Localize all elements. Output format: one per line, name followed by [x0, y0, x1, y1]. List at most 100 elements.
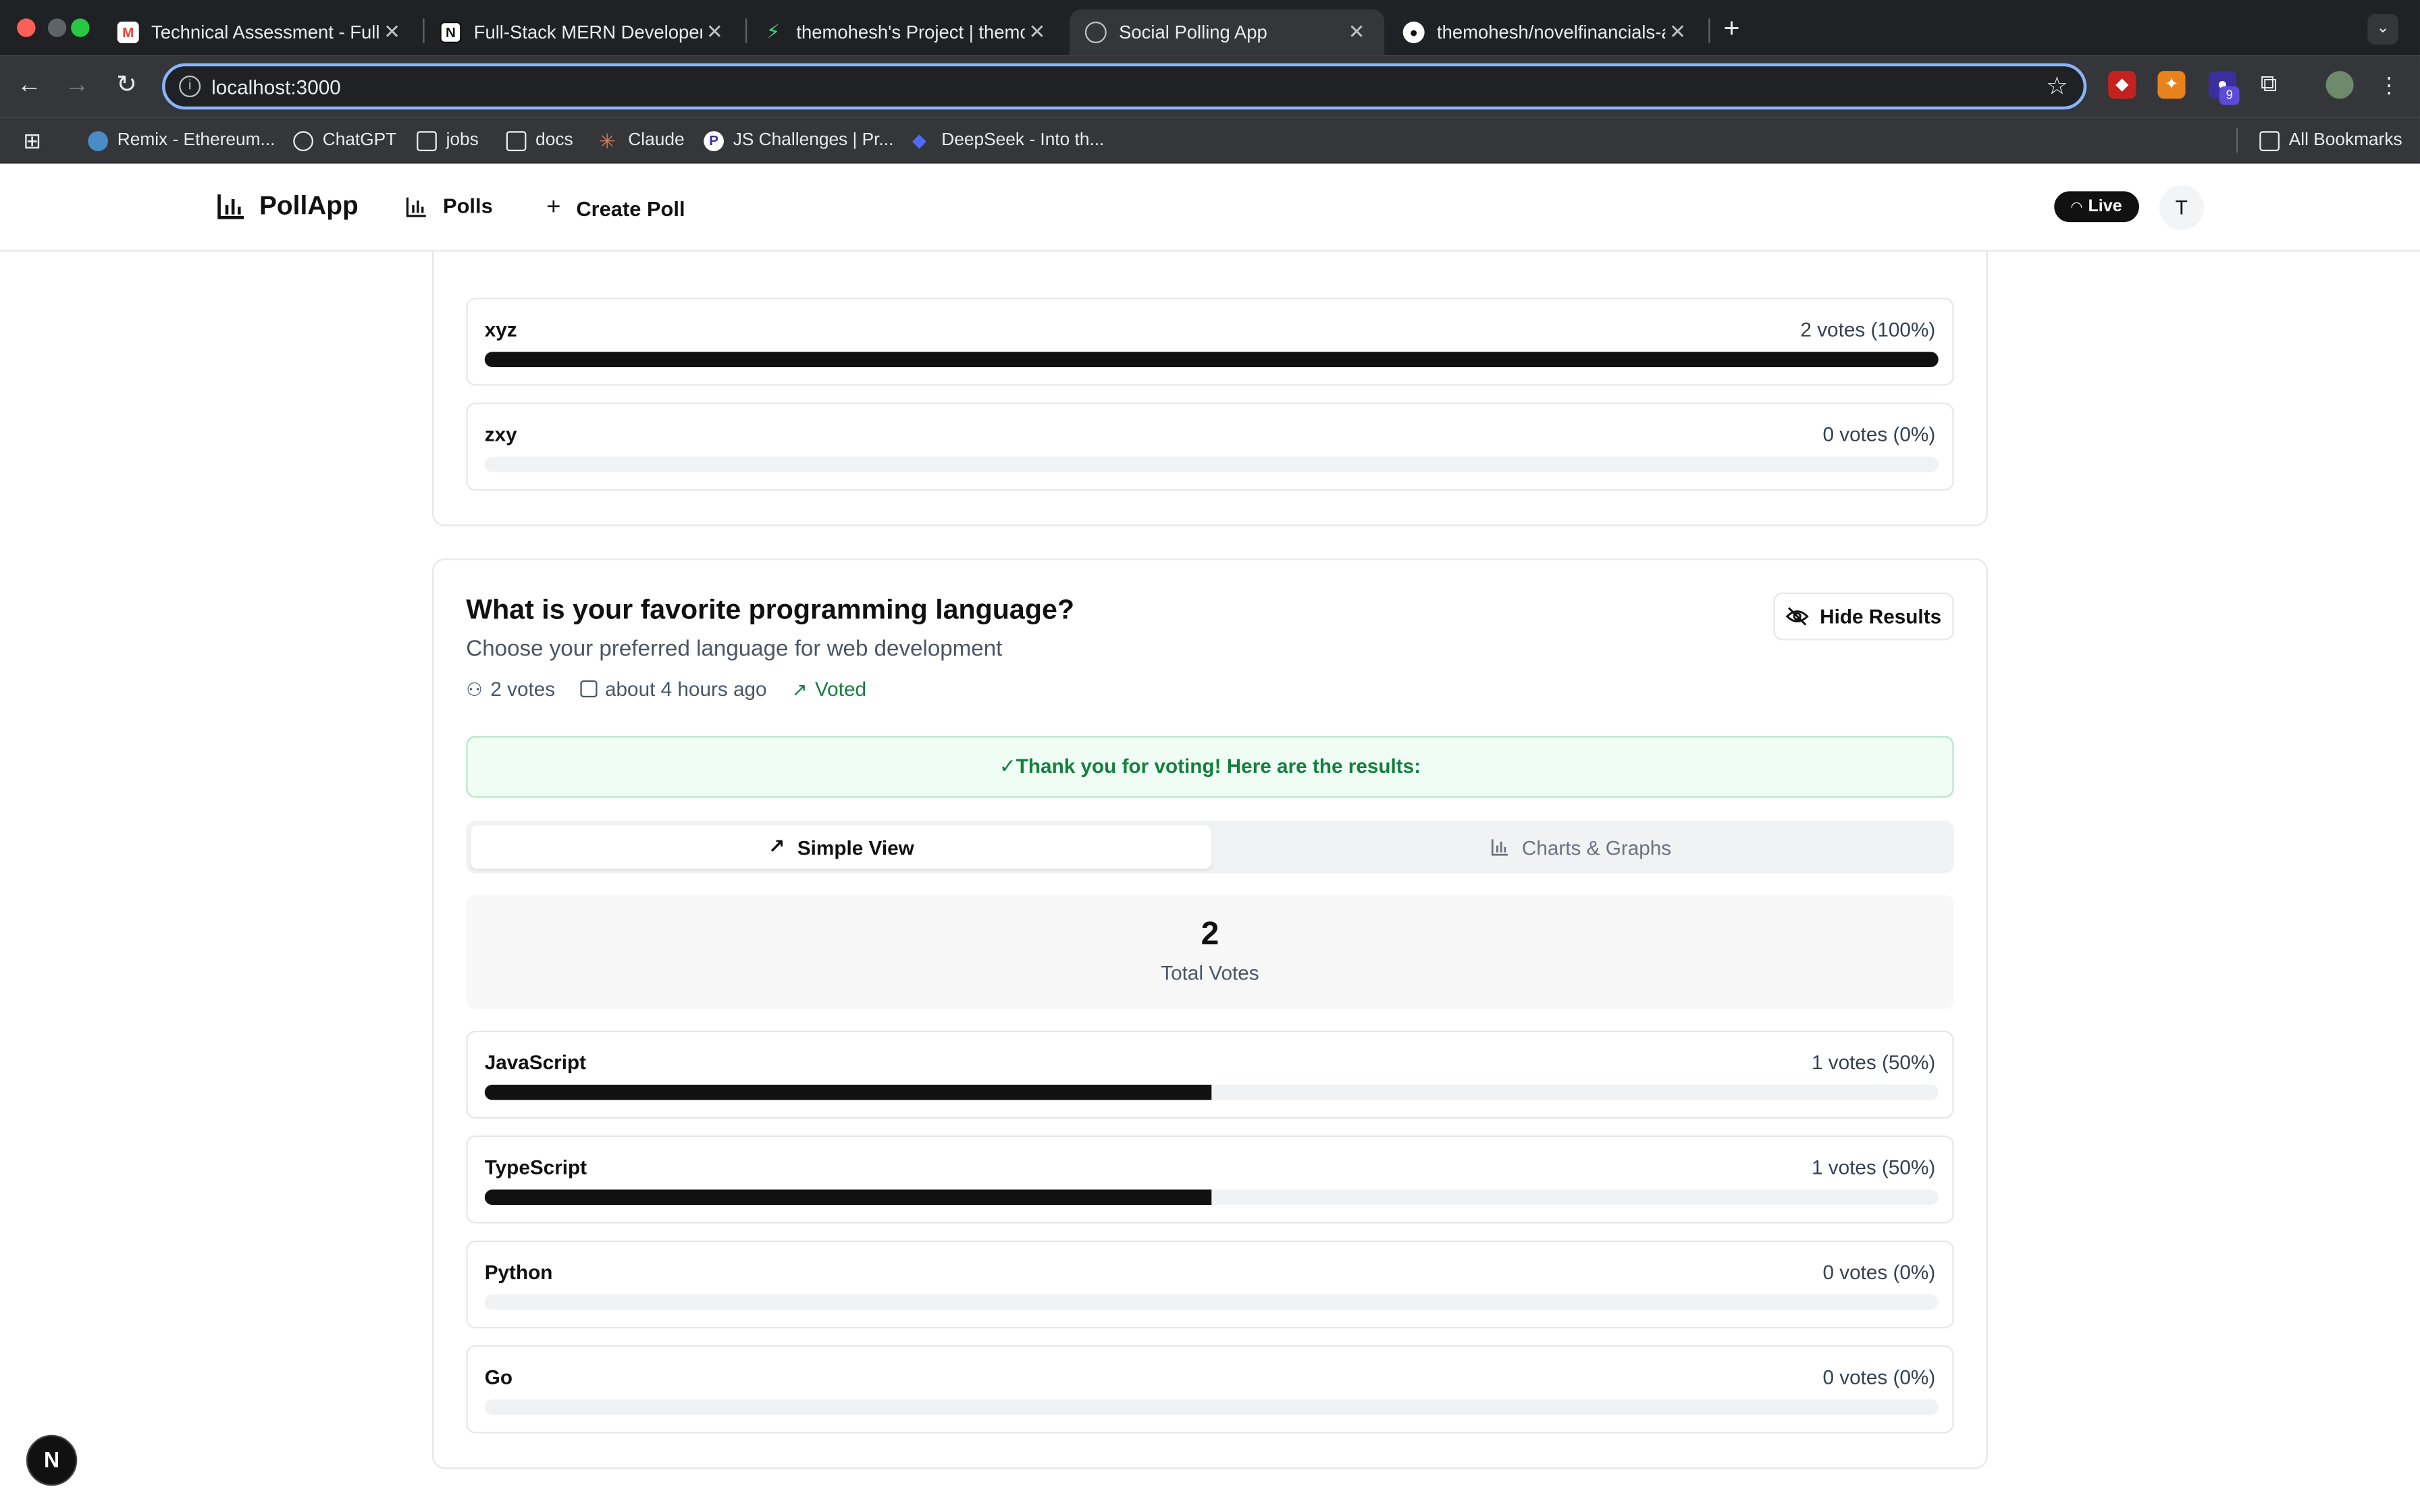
profile-avatar[interactable] — [2325, 71, 2354, 99]
maximize-window-icon[interactable] — [71, 18, 90, 37]
plus-icon: + — [546, 194, 561, 221]
option-name: JavaScript — [484, 1050, 587, 1074]
user-avatar[interactable]: T — [2159, 185, 2204, 230]
gmail-icon: M — [117, 21, 139, 43]
nextjs-dev-badge[interactable]: N — [26, 1434, 78, 1486]
poll-option-result: TypeScript 1 votes (50%) — [466, 1135, 1954, 1224]
browser-tab-active[interactable]: Social Polling App ✕ — [1069, 9, 1385, 56]
globe-icon — [1084, 21, 1107, 43]
screen: M Technical Assessment - Fullst ✕ N Full… — [0, 0, 2420, 1512]
tab-title: Social Polling App — [1119, 21, 1267, 43]
folder-icon — [506, 130, 527, 151]
bookmark-item[interactable]: P JS Challenges | Pr... — [704, 128, 893, 153]
option-name: Go — [484, 1365, 512, 1389]
users-icon: ⚇ — [466, 678, 483, 700]
hide-results-button[interactable]: Hide Results — [1773, 592, 1954, 641]
option-votes: 0 votes (0%) — [1822, 1365, 1936, 1389]
minimize-window-icon[interactable] — [47, 18, 67, 37]
bar-chart-icon — [1492, 839, 1508, 856]
bookmark-folder[interactable]: jobs — [417, 128, 479, 153]
eye-off-icon — [1786, 607, 1809, 626]
close-tab-icon[interactable]: ✕ — [379, 20, 404, 45]
bookmarks-bar: ⊞ Remix - Ethereum... ChatGPT jobs docs … — [0, 117, 2420, 164]
brand-logo[interactable]: PollApp — [216, 191, 359, 222]
all-bookmarks-label: All Bookmarks — [2288, 131, 2402, 150]
bookmark-star-icon[interactable]: ☆ — [2046, 71, 2068, 102]
browser-tab[interactable]: ⚡ themohesh's Project | themoh ✕ — [747, 9, 1065, 56]
trending-up-icon: ↗ — [768, 834, 785, 858]
tab-label: Charts & Graphs — [1521, 835, 1672, 859]
bookmark-label: jobs — [446, 131, 479, 150]
claude-icon: ✳ — [598, 128, 616, 153]
tab-title: themohesh/novelfinancials-a — [1436, 21, 1666, 43]
vote-count: ⚇ 2 votes — [466, 677, 555, 700]
result-bar — [484, 352, 1939, 367]
option-votes: 0 votes (0%) — [1822, 423, 1936, 446]
metamask-icon[interactable]: ✦ — [2157, 71, 2186, 99]
nav-polls[interactable]: Polls — [406, 194, 493, 217]
voted-status-label: Voted — [814, 677, 867, 701]
live-badge: ◠ Live — [2054, 191, 2139, 223]
bookmark-label: DeepSeek - Into th... — [941, 131, 1105, 150]
chatgpt-icon — [293, 130, 313, 151]
tab-title: Full-Stack MERN Developer T — [473, 21, 702, 43]
total-votes-number: 2 — [1201, 916, 1219, 952]
browser-tab[interactable]: M Technical Assessment - Fullst ✕ — [102, 9, 420, 56]
thank-you-banner: ✓Thank you for voting! Here are the resu… — [466, 736, 1954, 798]
poll-option-result: JavaScript 1 votes (50%) — [466, 1030, 1954, 1119]
close-tab-icon[interactable]: ✕ — [1344, 20, 1369, 45]
option-name: TypeScript — [484, 1155, 587, 1179]
close-tab-icon[interactable]: ✕ — [702, 20, 727, 45]
browser-toolbar: ← → ↻ i localhost:3000 ☆ ◆ ✦ ● 9 ⧉ ⋮ — [0, 55, 2420, 117]
new-tab-button[interactable]: + — [1716, 12, 1747, 43]
result-bar — [484, 1084, 1939, 1100]
bookmark-folder[interactable]: docs — [506, 128, 573, 153]
vote-count-label: 2 votes — [490, 677, 556, 701]
poll-option-result: xyz 2 votes (100%) — [466, 298, 1954, 386]
supabase-icon: ⚡ — [766, 20, 781, 43]
extension-icon[interactable]: ◆ — [2108, 71, 2136, 99]
bookmark-item[interactable]: ✳ Claude — [599, 128, 685, 153]
browser-tab[interactable]: ● themohesh/novelfinancials-a ✕ — [1388, 9, 1706, 56]
address-bar[interactable]: i localhost:3000 ☆ — [161, 63, 2087, 110]
forward-icon[interactable]: → — [59, 68, 96, 105]
back-icon[interactable]: ← — [11, 68, 48, 105]
poll-time: about 4 hours ago — [580, 677, 767, 701]
close-tab-icon[interactable]: ✕ — [1025, 20, 1050, 45]
bookmark-item[interactable]: ◆ DeepSeek - Into th... — [912, 128, 1105, 153]
poll-option-result: zxy 0 votes (0%) — [466, 402, 1954, 491]
app-header: PollApp Polls + Create Poll ◠ Live T — [0, 165, 2420, 252]
poll-time-label: about 4 hours ago — [604, 677, 767, 701]
option-name: xyz — [484, 317, 517, 342]
result-bar-fill — [484, 352, 1939, 367]
reload-icon[interactable]: ↻ — [108, 68, 145, 105]
bar-chart-icon — [406, 196, 426, 217]
calendar-icon — [580, 680, 598, 698]
remix-icon — [88, 130, 108, 151]
nav-label: Create Poll — [576, 196, 685, 220]
browser-tab[interactable]: N Full-Stack MERN Developer T ✕ — [425, 9, 743, 56]
url-text[interactable]: localhost:3000 — [211, 76, 341, 99]
tab-simple-view[interactable]: ↗ Simple View — [471, 825, 1212, 869]
option-name: zxy — [484, 423, 517, 446]
tab-search-icon[interactable]: ⌄ — [2367, 14, 2398, 45]
apps-grid-icon[interactable]: ⊞ — [23, 128, 41, 153]
bookmark-item[interactable]: Remix - Ethereum... — [88, 128, 275, 153]
deepseek-icon: ◆ — [912, 128, 926, 151]
close-window-icon[interactable] — [17, 18, 36, 37]
total-votes-label: Total Votes — [1161, 961, 1259, 985]
tab-title: themohesh's Project | themoh — [796, 21, 1025, 43]
voted-status: ↗ Voted — [792, 677, 866, 700]
extensions-puzzle-icon[interactable]: ⧉ — [2255, 71, 2282, 99]
close-tab-icon[interactable]: ✕ — [1665, 20, 1690, 45]
bookmark-label: ChatGPT — [322, 131, 397, 150]
tab-charts-graphs[interactable]: Charts & Graphs — [1213, 826, 1949, 869]
nav-create-poll[interactable]: + Create Poll — [546, 194, 685, 222]
bookmark-label: Claude — [628, 131, 685, 150]
more-menu-icon[interactable]: ⋮ — [2375, 71, 2403, 99]
option-votes: 2 votes (100%) — [1800, 317, 1936, 342]
bookmark-item[interactable]: ChatGPT — [293, 128, 396, 153]
tab-title: Technical Assessment - Fullst — [151, 21, 380, 43]
all-bookmarks[interactable]: All Bookmarks — [2259, 128, 2402, 153]
site-info-icon[interactable]: i — [179, 75, 201, 97]
